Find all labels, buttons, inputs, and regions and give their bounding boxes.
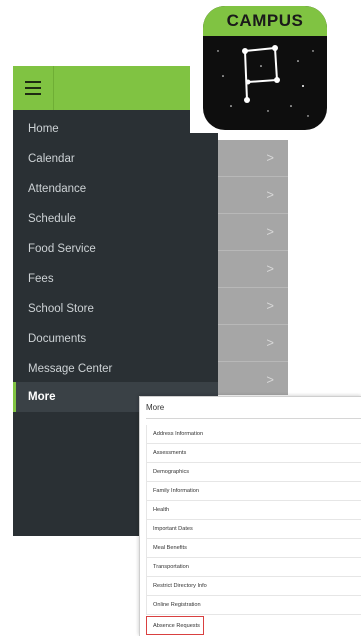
hamburger-menu-icon[interactable] — [25, 81, 41, 95]
drawer-topbar — [13, 66, 218, 110]
more-panel-title: More — [146, 403, 165, 412]
drawer-item-school-store[interactable]: School Store — [13, 294, 218, 324]
more-item-online-registration[interactable]: Online Registration — [146, 596, 361, 615]
more-item-family-information[interactable]: Family Information — [146, 482, 361, 501]
list-row[interactable]: > — [216, 214, 288, 251]
list-row[interactable]: > — [216, 288, 288, 325]
more-item-transportation[interactable]: Transportation — [146, 558, 361, 577]
more-item-important-dates[interactable]: Important Dates — [146, 520, 361, 539]
topbar-divider — [53, 66, 54, 110]
drawer-item-fees[interactable]: Fees — [13, 264, 218, 294]
drawer-item-schedule[interactable]: Schedule — [13, 204, 218, 234]
chevron-right-icon: > — [266, 335, 274, 350]
divider — [146, 418, 361, 419]
more-item-restrict-directory-info[interactable]: Restrict Directory Info — [146, 577, 361, 596]
chevron-right-icon: > — [266, 224, 274, 239]
drawer-item-home[interactable]: Home — [13, 114, 218, 144]
more-item-assessments[interactable]: Assessments — [146, 444, 361, 463]
drawer-item-documents[interactable]: Documents — [13, 324, 218, 354]
chevron-right-icon: > — [266, 187, 274, 202]
list-row[interactable]: > — [216, 325, 288, 362]
more-item-demographics[interactable]: Demographics — [146, 463, 361, 482]
chevron-right-icon: > — [266, 150, 274, 165]
drawer-item-calendar[interactable]: Calendar — [13, 144, 218, 174]
more-item-absence-requests[interactable]: Absence Requests — [146, 616, 204, 635]
list-row[interactable]: > — [216, 140, 288, 177]
chevron-right-icon: > — [266, 372, 274, 387]
drawer-item-food-service[interactable]: Food Service — [13, 234, 218, 264]
list-row[interactable]: > — [216, 362, 288, 399]
app-icon-card: CAMPUS — [190, 0, 361, 133]
more-panel: More Address Information Assessments Dem… — [139, 396, 361, 636]
chevron-right-icon: > — [266, 298, 274, 313]
chevron-right-icon: > — [266, 261, 274, 276]
background-list: > > > > > > > — [216, 140, 288, 399]
list-row[interactable]: > — [216, 177, 288, 214]
drawer-item-attendance[interactable]: Attendance — [13, 174, 218, 204]
campus-app-icon[interactable]: CAMPUS — [203, 6, 327, 130]
drawer-item-message-center[interactable]: Message Center — [13, 354, 218, 384]
more-item-meal-benefits[interactable]: Meal Benefits — [146, 539, 361, 558]
constellation-icon — [217, 45, 314, 117]
more-item-address-information[interactable]: Address Information — [146, 425, 361, 444]
list-row[interactable]: > — [216, 251, 288, 288]
more-item-health[interactable]: Health — [146, 501, 361, 520]
